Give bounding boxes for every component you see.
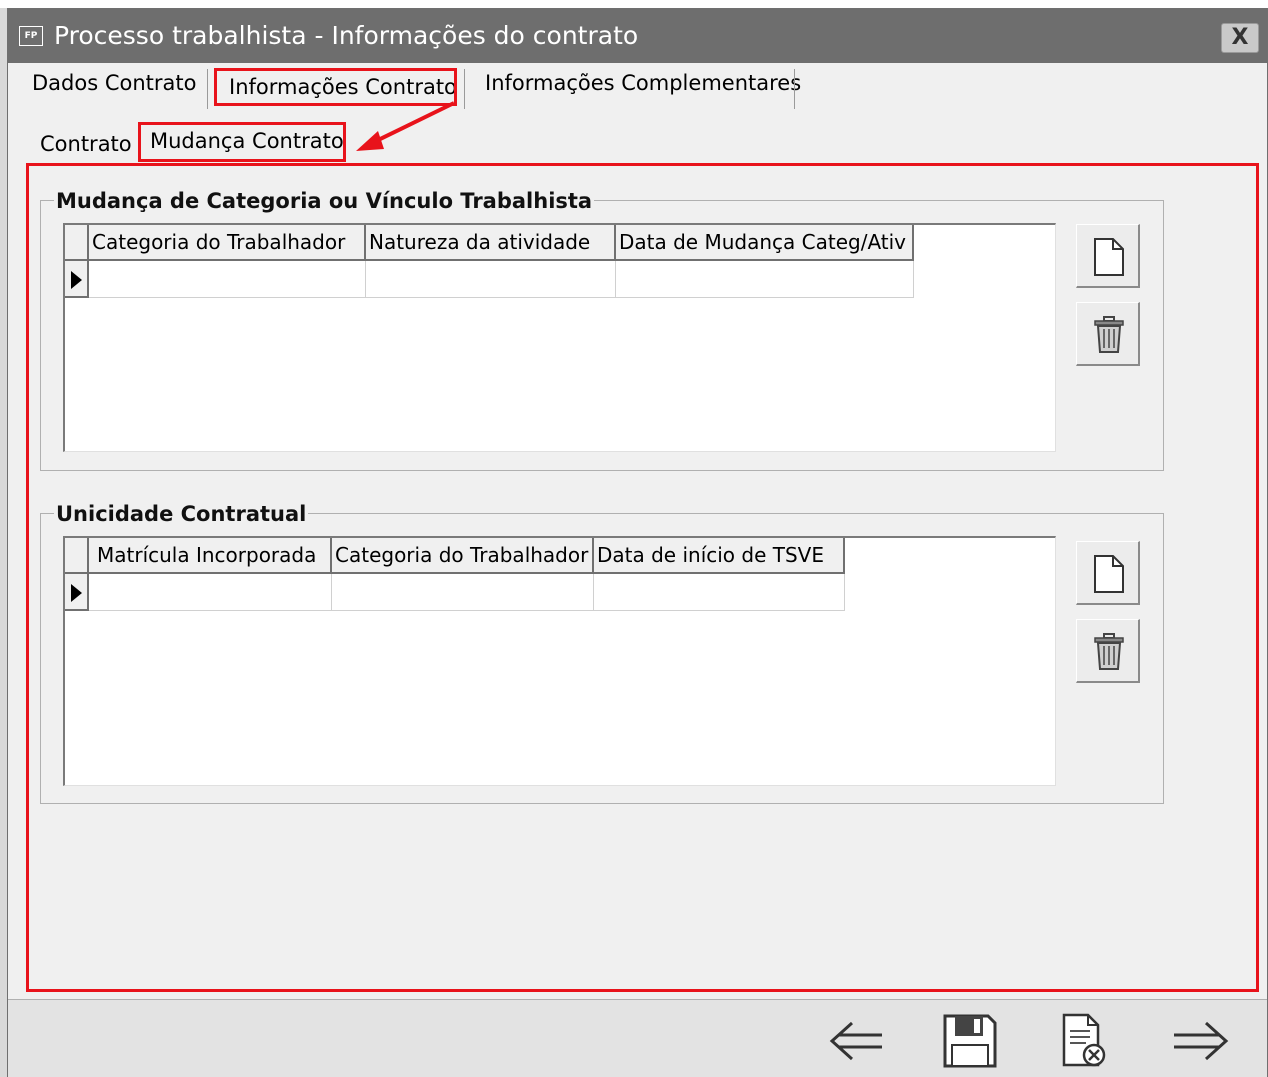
row-indicator xyxy=(65,574,89,611)
title-bar: FP Processo trabalhista - Informações do… xyxy=(8,9,1267,63)
grid-cell[interactable] xyxy=(89,261,366,298)
previous-button[interactable] xyxy=(826,1009,890,1073)
grid-cell[interactable] xyxy=(332,574,594,611)
column-header[interactable]: Natureza da atividade xyxy=(366,225,616,261)
grid-cell[interactable] xyxy=(594,574,845,611)
column-header[interactable]: Matrícula Incorporada xyxy=(89,538,332,574)
grid-cell[interactable] xyxy=(89,574,332,611)
save-button[interactable] xyxy=(938,1009,1002,1073)
group-title-unicidade: Unicidade Contratual xyxy=(54,502,309,526)
new-row-button[interactable] xyxy=(1076,224,1140,288)
delete-row-button[interactable] xyxy=(1076,302,1140,366)
grid-mudanca-categoria[interactable]: Categoria do Trabalhador Natureza da ati… xyxy=(63,223,1056,452)
annotation-arrow xyxy=(356,101,455,151)
grid-cell[interactable] xyxy=(366,261,616,298)
tab-separator xyxy=(794,69,795,109)
grid-corner-header xyxy=(65,225,89,261)
tab-separator xyxy=(464,69,465,109)
new-row-button[interactable] xyxy=(1076,541,1140,605)
grid-unicidade-contratual[interactable]: Matrícula Incorporada Categoria do Traba… xyxy=(63,536,1056,786)
arrow-right-icon xyxy=(1174,1021,1229,1061)
tab-separator xyxy=(207,69,208,109)
group-title-mudanca: Mudança de Categoria ou Vínculo Trabalhi… xyxy=(54,189,595,213)
subtab-contrato[interactable]: Contrato xyxy=(40,132,132,156)
subtab-highlight-box xyxy=(138,122,346,162)
trash-icon xyxy=(1094,316,1124,353)
dialog-window: FP Processo trabalhista - Informações do… xyxy=(7,8,1268,1077)
grid-corner-header xyxy=(65,538,89,574)
close-button[interactable]: X xyxy=(1221,23,1259,53)
grid-cell[interactable] xyxy=(616,261,914,298)
column-header[interactable]: Data de Mudança Categ/Ativ xyxy=(616,225,914,261)
column-header[interactable]: Categoria do Trabalhador xyxy=(332,538,594,574)
current-row-icon xyxy=(71,584,82,602)
tab-informacoes-complementares[interactable]: Informações Complementares xyxy=(485,71,801,95)
column-header[interactable]: Data de início de TSVE xyxy=(594,538,845,574)
new-document-icon xyxy=(1094,238,1124,276)
new-document-icon xyxy=(1094,555,1124,593)
floppy-disk-icon xyxy=(943,1014,997,1068)
window-title: Processo trabalhista - Informações do co… xyxy=(54,21,639,50)
background-window-edge xyxy=(0,8,7,1077)
cancel-button[interactable] xyxy=(1054,1009,1118,1073)
row-indicator xyxy=(65,261,89,298)
delete-row-button[interactable] xyxy=(1076,619,1140,683)
column-header[interactable]: Categoria do Trabalhador xyxy=(89,225,366,261)
trash-icon xyxy=(1094,633,1124,670)
arrow-left-icon xyxy=(829,1021,882,1061)
next-button[interactable] xyxy=(1168,1009,1232,1073)
app-icon: FP xyxy=(19,26,43,46)
current-row-icon xyxy=(71,271,82,289)
cancel-document-icon xyxy=(1062,1013,1106,1067)
tab-dados-contrato[interactable]: Dados Contrato xyxy=(32,71,196,95)
